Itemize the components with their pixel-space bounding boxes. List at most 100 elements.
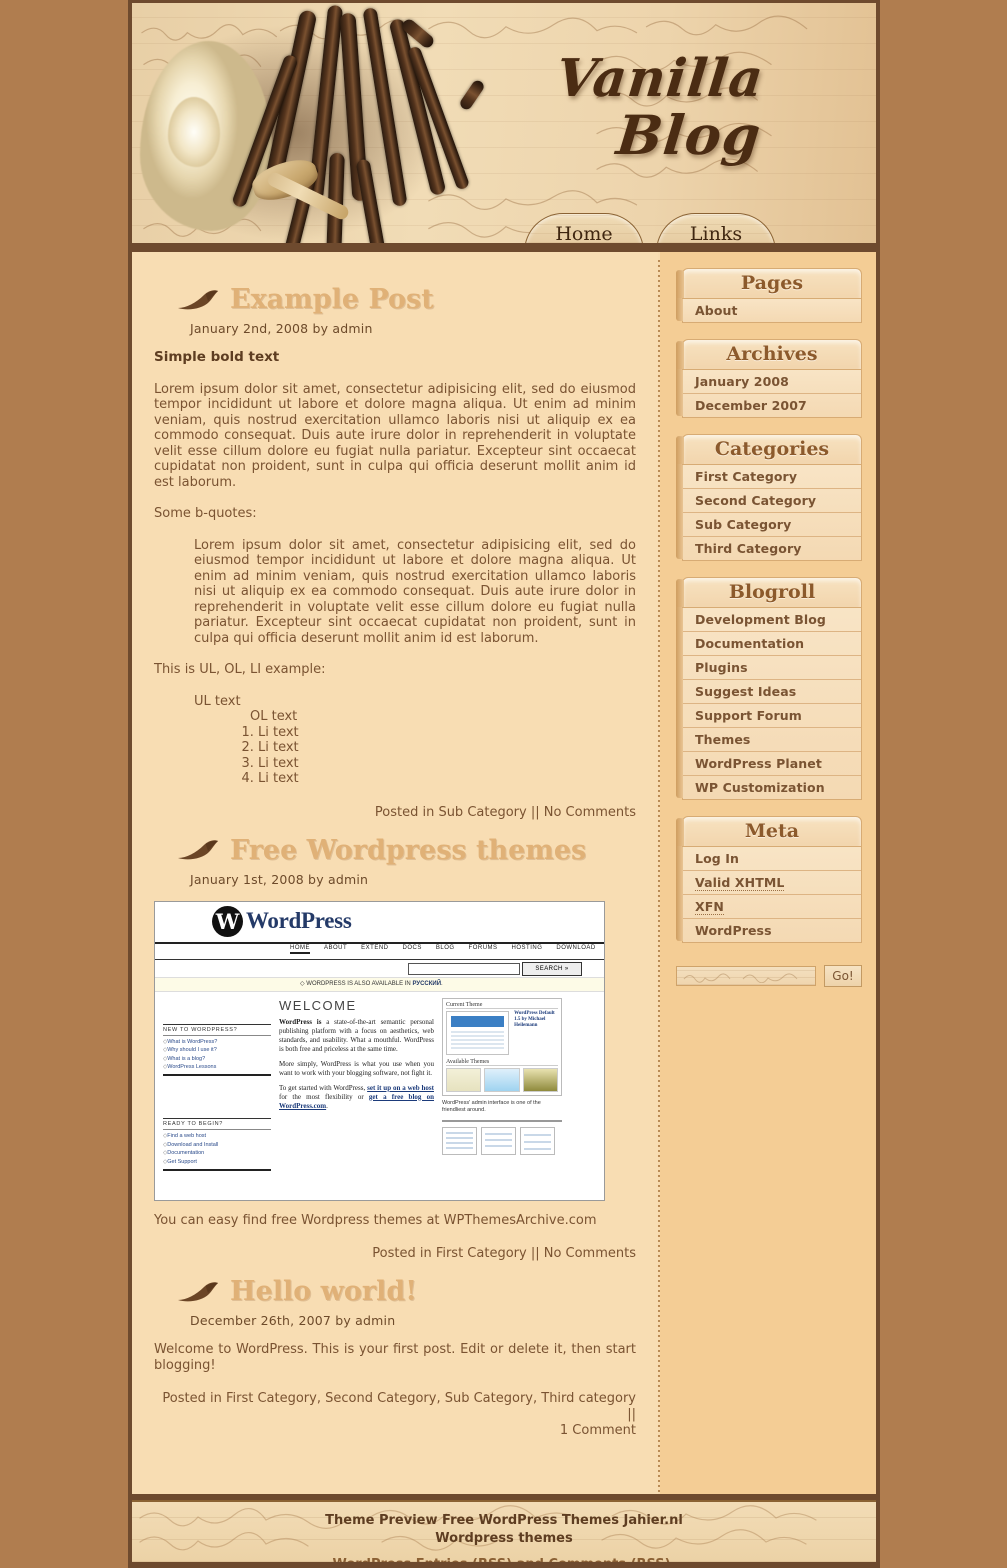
widget-pages: Pages About	[676, 268, 862, 323]
ordered-list: Li text Li text Li text Li text	[194, 725, 636, 787]
widget-title: Blogroll	[677, 577, 862, 608]
wp-divider	[163, 1168, 271, 1171]
wp-section-head: READY TO BEGIN?	[163, 1118, 271, 1130]
wp-center-column: WELCOME WordPress is a state-of-the-art …	[279, 998, 434, 1171]
post-date: January 1st, 2008 by admin	[190, 871, 369, 887]
post-title[interactable]: Free Wordpress themes	[230, 835, 586, 866]
sidebar-item-sub-category[interactable]: Sub Category	[683, 512, 861, 536]
post-hello-world: Hello world! December 26th, 2007 by admi…	[154, 1276, 636, 1439]
wp-nav-item: FORUMS	[468, 944, 498, 951]
footer-rss-line[interactable]: WordPress Entries (RSS) and Comments (RS…	[132, 1557, 876, 1562]
sidebar-item-wp-customization[interactable]: WP Customization	[683, 775, 861, 799]
wordpress-homepage-screenshot: W WordPress HOME ABOUT EXTEND DOCS BLOG …	[154, 900, 605, 1201]
sidebar-item-first-category[interactable]: First Category	[683, 465, 861, 488]
wp-theme-name: WordPress Default 1.5 by Michael Heilema…	[514, 1010, 555, 1028]
footer-line-2[interactable]: Wordpress themes	[132, 1530, 876, 1548]
wp-link: Find a web host	[163, 1133, 271, 1139]
post-date: January 2nd, 2008 by admin	[190, 321, 373, 336]
post-meta[interactable]: Posted in Sub Category || No Comments	[154, 805, 636, 821]
wp-link: What is WordPress?	[163, 1039, 271, 1045]
post-meta[interactable]: Posted in First Category || No Comments	[154, 1246, 636, 1262]
widget-list: Development Blog Documentation Plugins S…	[682, 608, 862, 800]
wp-link: Documentation	[163, 1150, 271, 1156]
sidebar-item-development-blog[interactable]: Development Blog	[683, 608, 861, 631]
wp-paragraph: More simply, WordPress is what you use w…	[279, 1059, 434, 1077]
site-title: Vanilla Blog	[480, 48, 840, 201]
list-item: Li text	[258, 771, 636, 787]
wp-divider	[442, 1119, 562, 1122]
post-meta-categories[interactable]: Posted in First Category, Second Categor…	[162, 1391, 636, 1422]
wp-paragraph: WordPress is a state-of-the-art semantic…	[279, 1018, 434, 1054]
post-meta[interactable]: Posted in First Category, Second Categor…	[154, 1391, 636, 1439]
sidebar-item-log-in[interactable]: Log In	[683, 847, 861, 870]
widget-blogroll: Blogroll Development Blog Documentation …	[676, 577, 862, 800]
sidebar-item-december-2007[interactable]: December 2007	[683, 393, 861, 417]
vanilla-pod-bullet-icon	[176, 1281, 220, 1303]
widget-title: Categories	[677, 434, 862, 465]
wp-search-button: SEARCH »	[522, 961, 582, 976]
abbr-xhtml: Valid XHTML	[695, 875, 785, 891]
widget-title: Pages	[677, 268, 862, 299]
footer-wrap: Theme Preview Free WordPress Themes Jahi…	[128, 1494, 880, 1568]
site-footer: Theme Preview Free WordPress Themes Jahi…	[132, 1500, 876, 1568]
sidebar-item-wordpress[interactable]: WordPress	[683, 918, 861, 942]
wp-p3-end: .	[326, 1101, 328, 1110]
main-shell: Example Post January 2nd, 2008 by admin …	[128, 252, 880, 1494]
wp-body: NEW TO WORDPRESS? What is WordPress? Why…	[155, 992, 604, 1171]
main-nav: Home Links	[132, 212, 876, 252]
sidebar-item-themes[interactable]: Themes	[683, 727, 861, 751]
sidebar-item-wordpress-planet[interactable]: WordPress Planet	[683, 751, 861, 775]
post-paragraph: Welcome to WordPress. This is your first…	[154, 1342, 636, 1373]
post-quote-intro: Some b-quotes:	[154, 506, 257, 521]
site-title-line1: Vanilla	[553, 48, 767, 109]
widget-meta: Meta Log In Valid XHTML XFN WordPress	[676, 816, 862, 943]
sidebar-item-suggest-ideas[interactable]: Suggest Ideas	[683, 679, 861, 703]
sidebar-item-third-category[interactable]: Third Category	[683, 536, 861, 560]
sidebar: Pages About Archives January 2008 Decemb…	[660, 252, 876, 1494]
search-submit-button[interactable]: Go!	[824, 965, 862, 987]
wp-panel-caption: WordPress' admin interface is one of the…	[442, 1099, 541, 1113]
wp-nav: HOME ABOUT EXTEND DOCS BLOG FORUMS HOSTI…	[155, 943, 604, 960]
widget-title: Meta	[677, 816, 862, 847]
footer-credit: Theme Preview Free WordPress Themes Jahi…	[132, 1502, 876, 1548]
sidebar-item-about[interactable]: About	[683, 299, 861, 322]
site-title-line2: Blog	[613, 103, 765, 167]
post-title[interactable]: Hello world!	[230, 1276, 417, 1307]
list-item: Li text	[258, 756, 636, 772]
post-paragraph: Lorem ipsum dolor sit amet, consectetur …	[154, 381, 636, 490]
wp-panel-title: Current Theme	[446, 1002, 558, 1009]
wp-p3-pre: To get started with WordPress,	[279, 1083, 368, 1092]
post-title-row: Example Post	[176, 284, 636, 315]
post-title-row: Free Wordpress themes	[176, 835, 636, 866]
vanilla-pod-bullet-icon	[176, 289, 220, 311]
search-input[interactable]	[676, 966, 816, 986]
wp-card-row	[442, 1126, 562, 1155]
footer-line-1[interactable]: Theme Preview Free WordPress Themes Jahi…	[132, 1512, 876, 1530]
sidebar-item-xfn[interactable]: XFN	[683, 894, 861, 918]
widget-list: January 2008 December 2007	[682, 370, 862, 418]
wp-card	[481, 1126, 516, 1155]
wp-p3-mid: for the most flexibility or	[279, 1092, 369, 1101]
ol-text: OL text	[250, 709, 298, 724]
sidebar-item-second-category[interactable]: Second Category	[683, 488, 861, 512]
sidebar-item-plugins[interactable]: Plugins	[683, 655, 861, 679]
wp-theme-swatch	[484, 1067, 520, 1092]
post-title[interactable]: Example Post	[230, 284, 434, 315]
post-meta-comments[interactable]: 1 Comment	[560, 1423, 636, 1438]
wp-nav-item: DOWNLOAD	[556, 944, 596, 951]
wp-brand: WordPress	[246, 908, 352, 933]
wp-link: What is a blog?	[163, 1056, 271, 1062]
post-date: December 26th, 2007 by admin	[190, 1313, 396, 1328]
sidebar-item-january-2008[interactable]: January 2008	[683, 370, 861, 393]
wp-paragraph: To get started with WordPress, set it up…	[279, 1084, 434, 1111]
wp-link-list: What is WordPress? Why should I use it? …	[163, 1039, 271, 1071]
search-form: Go!	[676, 965, 862, 987]
sidebar-item-documentation[interactable]: Documentation	[683, 631, 861, 655]
sidebar-item-support-forum[interactable]: Support Forum	[683, 703, 861, 727]
sidebar-item-valid-xhtml[interactable]: Valid XHTML	[683, 870, 861, 894]
wp-nav-item: HOSTING	[511, 944, 543, 951]
wp-link: Download and Install	[163, 1142, 271, 1148]
post-title-row: Hello world!	[176, 1276, 636, 1307]
widget-edge	[676, 579, 683, 798]
wp-nav-item: HOME	[290, 945, 310, 954]
